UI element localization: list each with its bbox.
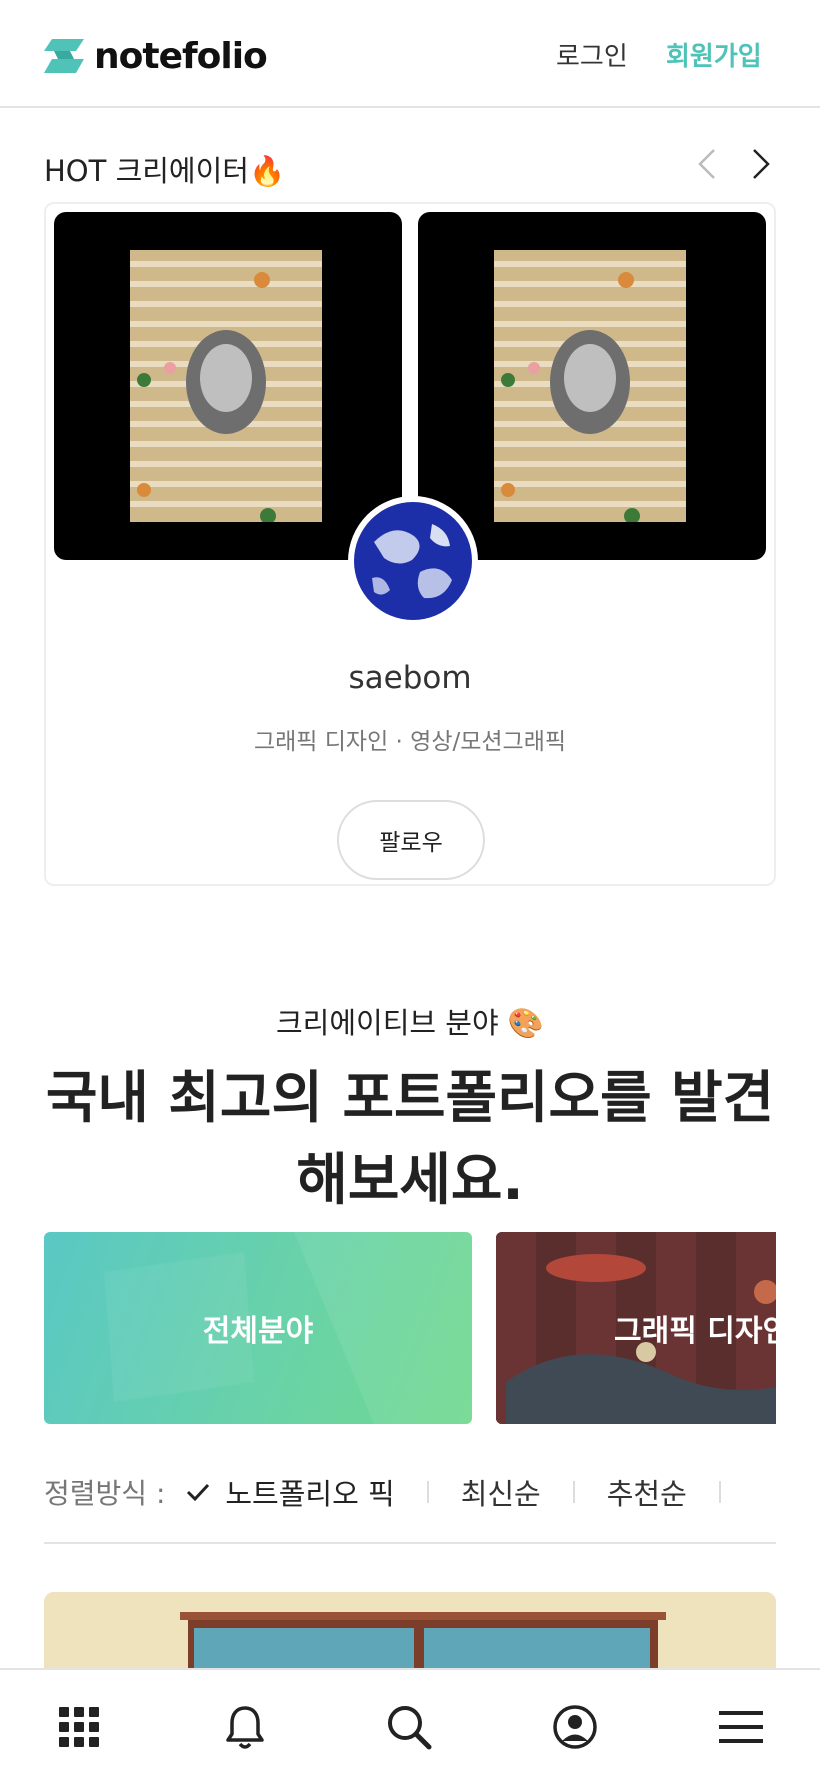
project-card-preview[interactable] — [44, 1592, 776, 1672]
grid-icon — [59, 1707, 99, 1747]
user-icon — [553, 1705, 597, 1749]
divider — [44, 1542, 776, 1544]
tab-search[interactable] — [384, 1702, 434, 1752]
sort-option-label: 최신순 — [460, 1477, 541, 1511]
poster-image — [130, 250, 322, 522]
sort-bar: 정렬방식 : 노트폴리오 픽 최신순 추천순 — [44, 1468, 776, 1516]
sort-label: 정렬방식 : — [44, 1477, 166, 1510]
divider — [718, 1481, 721, 1503]
creator-name[interactable]: saebom — [46, 660, 774, 696]
follow-button[interactable]: 팔로우 — [337, 800, 485, 880]
earth-avatar-image — [354, 502, 472, 620]
logo[interactable]: notefolio — [44, 35, 268, 77]
sort-option-latest[interactable]: 최신순 — [461, 1471, 541, 1513]
divider — [572, 1481, 575, 1503]
check-icon — [187, 1483, 210, 1502]
search-icon — [388, 1706, 432, 1750]
signup-link[interactable]: 회원가입 — [666, 36, 762, 73]
creative-fields-subtitle: 크리에이티브 분야 🎨 — [276, 1006, 544, 1040]
hot-creators-title: HOT 크리에이터🔥 — [44, 154, 286, 188]
menu-icon — [719, 1711, 763, 1743]
top-header: notefolio 로그인 회원가입 — [0, 0, 820, 108]
creator-card[interactable]: saebom 그래픽 디자인 · 영상/모션그래픽 팔로우 — [44, 202, 776, 886]
sort-option-notefolio-pick[interactable]: 노트폴리오 픽 — [185, 1471, 395, 1513]
tab-menu[interactable] — [716, 1702, 766, 1752]
sort-option-label: 노트폴리오 픽 — [225, 1477, 395, 1511]
tab-categories[interactable] — [54, 1702, 104, 1752]
bottom-tab-bar — [0, 1668, 820, 1786]
field-tile-graphic-design[interactable]: 그래픽 디자인 — [496, 1232, 776, 1424]
sort-option-label: 추천순 — [606, 1477, 687, 1511]
creator-fields: 그래픽 디자인 · 영상/모션그래픽 — [253, 729, 567, 755]
project-thumbnail-image — [44, 1592, 776, 1672]
tab-notifications[interactable] — [220, 1702, 270, 1752]
divider — [426, 1481, 429, 1503]
field-tile-label: 전체분야 — [202, 1314, 314, 1349]
creator-work-thumbnail[interactable] — [54, 212, 402, 560]
notefolio-logo-icon — [44, 39, 84, 73]
chevron-right-icon[interactable] — [744, 146, 774, 182]
field-tile-all[interactable]: 전체분야 — [44, 1232, 472, 1424]
title-line: 국내 최고의 포트폴리오를 발견 — [45, 1066, 775, 1131]
login-link[interactable]: 로그인 — [556, 36, 628, 73]
field-tiles-carousel[interactable]: 전체분야 그래픽 디자인 — [44, 1232, 776, 1424]
title-line: 해보세요. — [296, 1148, 524, 1213]
creator-avatar[interactable] — [348, 496, 478, 626]
sort-option-recommended[interactable]: 추천순 — [607, 1471, 687, 1513]
field-tile-label: 그래픽 디자인 — [614, 1314, 776, 1349]
tab-profile[interactable] — [550, 1702, 600, 1752]
chevron-left-icon[interactable] — [694, 146, 724, 182]
bell-icon — [226, 1706, 264, 1749]
poster-image — [494, 250, 686, 522]
creative-fields-title: 국내 최고의 포트폴리오를 발견 해보세요. — [30, 1058, 790, 1222]
logo-text: notefolio — [94, 35, 268, 77]
